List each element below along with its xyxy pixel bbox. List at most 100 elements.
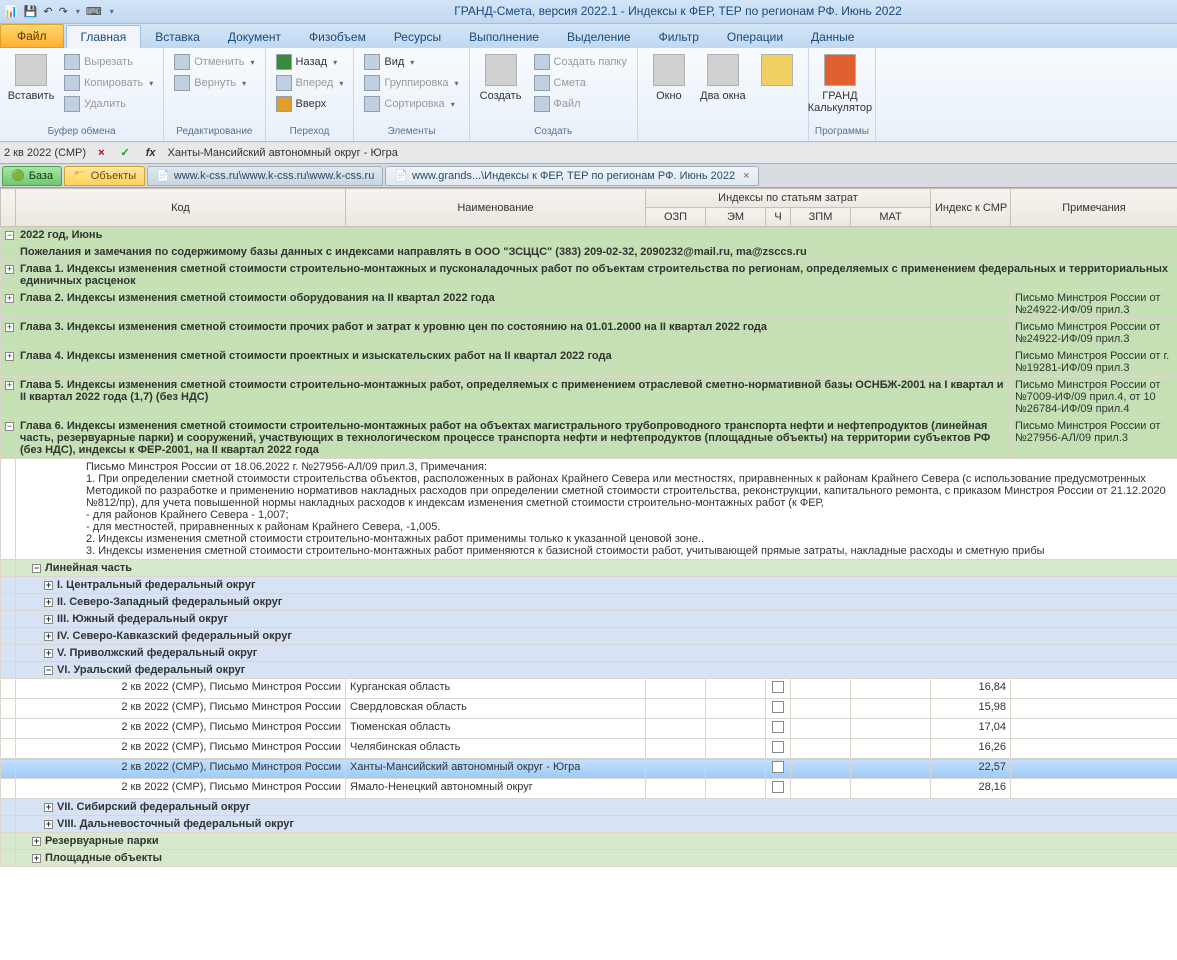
undo-icon[interactable]: ↶: [43, 5, 52, 18]
file-tab[interactable]: Файл: [0, 24, 64, 48]
tab-resources[interactable]: Ресурсы: [380, 26, 455, 48]
copy-button[interactable]: Копировать▾: [60, 73, 157, 93]
tab-fizobem[interactable]: Физобъем: [295, 26, 380, 48]
close-icon[interactable]: ×: [743, 170, 749, 182]
confirm-icon[interactable]: ✓: [117, 146, 134, 159]
col-idx-group[interactable]: Индексы по статьям затрат: [646, 189, 931, 208]
tab-execution[interactable]: Выполнение: [455, 26, 553, 48]
checkbox[interactable]: [772, 721, 784, 733]
cut-icon: [64, 54, 80, 70]
keyboard-icon[interactable]: ⌨: [86, 5, 102, 18]
save-icon[interactable]: 💾: [24, 5, 38, 18]
two-window-button[interactable]: Два окна: [698, 52, 748, 104]
view-icon: [364, 54, 380, 70]
col-ch[interactable]: Ч: [766, 208, 791, 227]
row-ch1: +Глава 1. Индексы изменения сметной стои…: [1, 261, 1177, 290]
tab-page-2[interactable]: 📄www.grands...\Индексы к ФЕР, ТЕР по рег…: [385, 166, 758, 186]
checkbox[interactable]: [772, 761, 784, 773]
search-button[interactable]: [752, 52, 802, 92]
checkbox[interactable]: [772, 701, 784, 713]
col-em[interactable]: ЭМ: [706, 208, 766, 227]
up-button[interactable]: Вверх: [272, 94, 348, 114]
table-row-selected: 2 кв 2022 (СМР), Письмо Минстроя РоссииХ…: [1, 759, 1177, 779]
back-button[interactable]: Назад▾: [272, 52, 348, 72]
row-ch5: +Глава 5. Индексы изменения сметной стои…: [1, 377, 1177, 418]
folder-button[interactable]: Создать папку: [530, 52, 631, 72]
expand-icon[interactable]: +: [5, 323, 14, 332]
create-button[interactable]: Создать: [476, 52, 526, 104]
expand-icon[interactable]: +: [32, 837, 41, 846]
col-name[interactable]: Наименование: [346, 189, 646, 227]
cut-button[interactable]: Вырезать: [60, 52, 157, 72]
qat-more-icon[interactable]: ▾: [76, 7, 80, 16]
window-button[interactable]: Окно: [644, 52, 694, 104]
delete-button[interactable]: Удалить: [60, 94, 157, 114]
tab-selection[interactable]: Выделение: [553, 26, 645, 48]
col-ozp[interactable]: ОЗП: [646, 208, 706, 227]
checkbox[interactable]: [772, 741, 784, 753]
tab-document[interactable]: Документ: [214, 26, 295, 48]
checkbox[interactable]: [772, 781, 784, 793]
expand-icon[interactable]: +: [5, 381, 14, 390]
col-mat[interactable]: МАТ: [851, 208, 931, 227]
tab-objects[interactable]: 📁Объекты: [64, 166, 145, 186]
create-label: Создать: [480, 90, 522, 102]
tab-filter[interactable]: Фильтр: [645, 26, 713, 48]
forward-button[interactable]: Вперед▾: [272, 73, 348, 93]
up-icon: [276, 96, 292, 112]
col-note[interactable]: Примечания: [1011, 189, 1177, 227]
expand-icon[interactable]: +: [44, 615, 53, 624]
tab-database[interactable]: 🟢База: [2, 166, 62, 186]
view-button[interactable]: Вид▾: [360, 52, 462, 72]
clipboard-group-title: Буфер обмена: [6, 124, 157, 139]
qat-dd-icon[interactable]: ▾: [110, 7, 114, 16]
expand-icon[interactable]: +: [44, 649, 53, 658]
redo-icon[interactable]: ↷: [59, 5, 68, 18]
sort-button[interactable]: Сортировка▾: [360, 94, 462, 114]
row-d6: −VI. Уральский федеральный округ: [1, 662, 1177, 679]
collapse-icon[interactable]: −: [5, 422, 14, 431]
estimate-button[interactable]: Смета: [530, 73, 631, 93]
col-zpm[interactable]: ЗПМ: [791, 208, 851, 227]
row-d1: +I. Центральный федеральный округ: [1, 577, 1177, 594]
fx-icon[interactable]: fx: [142, 147, 160, 159]
row-ch6: −Глава 6. Индексы изменения сметной стои…: [1, 418, 1177, 459]
tab-insert[interactable]: Вставка: [141, 26, 214, 48]
checkbox[interactable]: [772, 681, 784, 693]
table-row: 2 кв 2022 (СМР), Письмо Минстроя РоссииЧ…: [1, 739, 1177, 759]
data-grid[interactable]: Код Наименование Индексы по статьям затр…: [0, 188, 1177, 867]
paste-icon: [15, 54, 47, 86]
calc-button[interactable]: ГРАНД Калькулятор: [815, 52, 865, 116]
expand-icon[interactable]: +: [44, 803, 53, 812]
col-code[interactable]: Код: [16, 189, 346, 227]
expand-icon[interactable]: +: [5, 352, 14, 361]
file-button[interactable]: Файл: [530, 94, 631, 114]
cancel-icon[interactable]: ×: [94, 147, 108, 159]
table-row: 2 кв 2022 (СМР), Письмо Минстроя РоссииТ…: [1, 719, 1177, 739]
expand-icon[interactable]: +: [44, 632, 53, 641]
col-smr[interactable]: Индекс к СМР: [931, 189, 1011, 227]
tab-data[interactable]: Данные: [797, 26, 868, 48]
redo-button[interactable]: Вернуть▾: [170, 73, 258, 93]
formula-text[interactable]: Ханты-Мансийский автономный округ - Югра: [168, 147, 1174, 159]
undo-button[interactable]: Отменить▾: [170, 52, 258, 72]
expand-icon[interactable]: +: [44, 598, 53, 607]
expand-icon[interactable]: +: [44, 581, 53, 590]
expand-icon[interactable]: +: [32, 854, 41, 863]
goto-group-title: Переход: [272, 124, 348, 139]
tab-page-1[interactable]: 📄www.k-css.ru\www.k-css.ru\www.k-css.ru: [147, 166, 383, 186]
expand-icon[interactable]: +: [5, 294, 14, 303]
tab-main[interactable]: Главная: [66, 25, 142, 48]
delete-icon: [64, 96, 80, 112]
window-icon: [653, 54, 685, 86]
collapse-icon[interactable]: −: [32, 564, 41, 573]
expand-icon[interactable]: +: [5, 265, 14, 274]
paste-button[interactable]: Вставить: [6, 52, 56, 104]
collapse-icon[interactable]: −: [5, 231, 14, 240]
expand-icon[interactable]: +: [44, 820, 53, 829]
estimate-icon: [534, 75, 550, 91]
paste-label: Вставить: [8, 90, 55, 102]
collapse-icon[interactable]: −: [44, 666, 53, 675]
group-button[interactable]: Группировка▾: [360, 73, 462, 93]
tab-operations[interactable]: Операции: [713, 26, 797, 48]
